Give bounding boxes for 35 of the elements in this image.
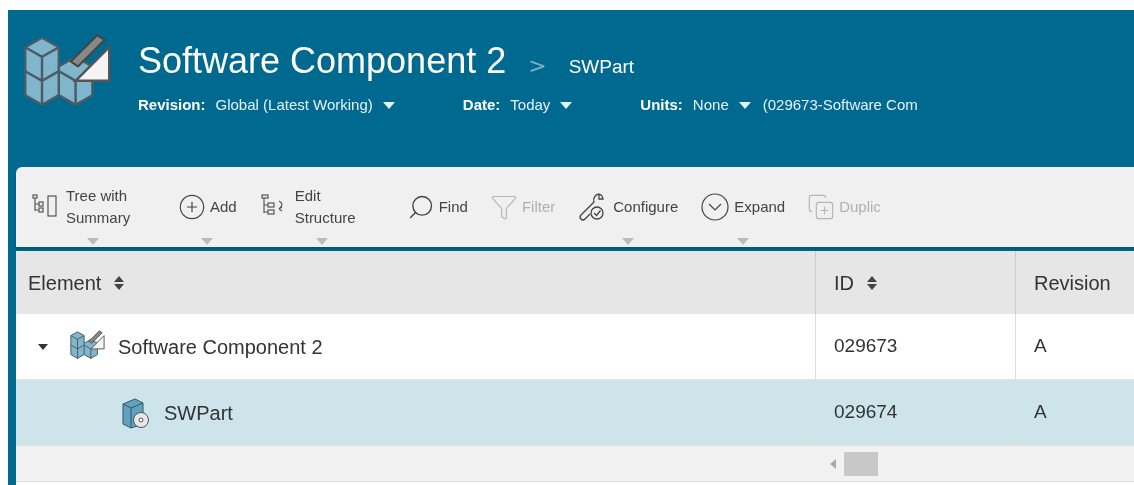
toolbar-button[interactable]: Configure <box>571 167 685 247</box>
id-cell: 029673 <box>816 314 1016 379</box>
toolbar-button[interactable]: Tree with Summary <box>24 167 162 247</box>
add-icon <box>178 193 206 221</box>
filter-label: Date: <box>462 95 501 115</box>
revision-cell-text: A <box>1033 400 1048 425</box>
filter-label: Units: <box>640 95 683 115</box>
toolbar-button[interactable]: Find <box>400 167 474 247</box>
filter-label: Revision: <box>138 95 206 115</box>
duplicate-icon <box>807 193 836 221</box>
scroll-left-icon[interactable] <box>830 458 836 469</box>
id-cell: 029674 <box>816 380 1016 445</box>
filter-dropdown[interactable]: None <box>692 94 751 117</box>
page-title: Software Component 2 <box>138 39 507 83</box>
table-row[interactable]: SWPart 029674 A <box>16 380 1134 446</box>
breadcrumb-separator: > <box>528 52 547 80</box>
caret-icon <box>560 101 573 109</box>
toolbar-button[interactable]: Edit Structure <box>252 167 391 247</box>
toolbar-button[interactable]: Expand <box>694 167 792 247</box>
table-row[interactable]: Software Component 2 029673 A <box>16 314 1134 380</box>
revision-cell-text: A <box>1033 334 1048 359</box>
filter-icon <box>489 193 518 221</box>
element-name: Software Component 2 <box>118 334 323 360</box>
caret-icon <box>382 101 395 109</box>
filter-dropdown[interactable]: Global (Latest Working) <box>215 94 395 117</box>
context-text: (029673-Software Com <box>762 95 918 115</box>
caret-icon <box>738 101 751 109</box>
expand-caret-icon[interactable] <box>38 341 48 352</box>
breadcrumb-item[interactable]: SWPart <box>568 53 635 82</box>
element-name: SWPart <box>164 400 233 426</box>
chevron-circle-icon <box>700 192 731 222</box>
scrollbar-thumb[interactable] <box>844 451 878 476</box>
toolbar-button[interactable]: Add <box>172 167 243 247</box>
filter-dropdown[interactable]: Today <box>510 94 573 117</box>
column-header[interactable]: Revision <box>1016 251 1129 314</box>
